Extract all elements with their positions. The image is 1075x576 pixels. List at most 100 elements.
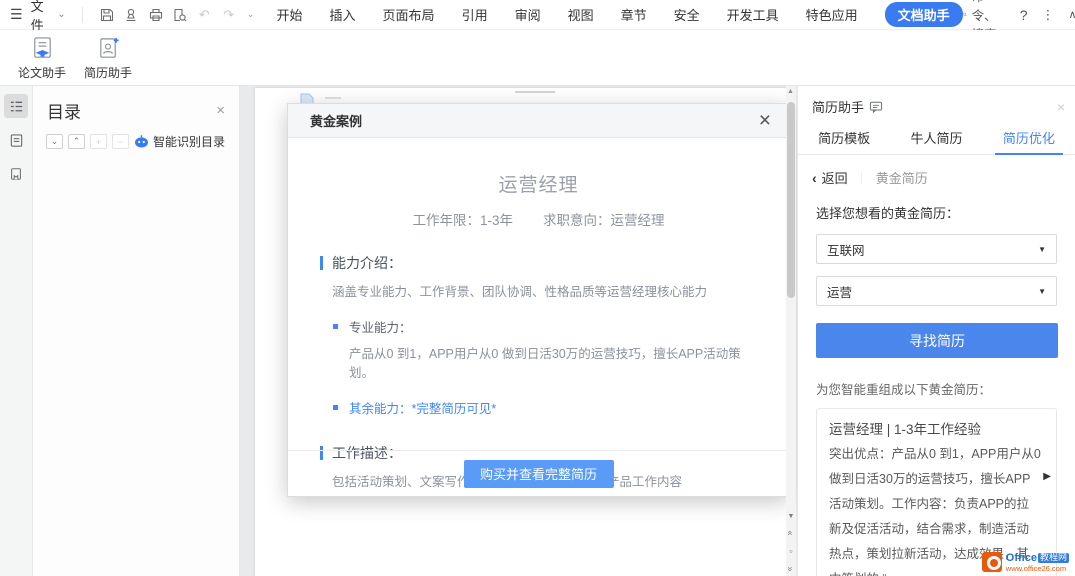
- toc-close-icon[interactable]: ×: [216, 102, 225, 119]
- redo-icon[interactable]: ↷: [221, 6, 237, 24]
- breadcrumb-separator: ｜: [856, 169, 868, 186]
- paper-assistant-button[interactable]: 论文助手: [14, 36, 70, 81]
- hamburger-icon[interactable]: ☰: [10, 6, 23, 23]
- card-expand-arrow-icon[interactable]: ▶: [1043, 471, 1051, 482]
- tab-dev-tools[interactable]: 开发工具: [727, 5, 779, 24]
- section-accent-bar: [320, 256, 323, 270]
- document-scrollbar[interactable]: ▲ ▼ « ▫ »: [786, 86, 796, 576]
- tab-security[interactable]: 安全: [674, 5, 700, 24]
- outline-dock-icon[interactable]: [4, 128, 28, 152]
- save-icon[interactable]: [98, 6, 114, 24]
- result-intro-label: 为您智能重组成以下黄金简历：: [816, 379, 1057, 398]
- dialog-title: 黄金案例: [310, 111, 362, 130]
- back-button[interactable]: 返回: [822, 168, 848, 187]
- tab-resume-templates[interactable]: 简历模板: [798, 125, 890, 154]
- left-dock: [0, 86, 33, 576]
- dialog-body: 运营经理 工作年限：1-3年求职意向：运营经理 能力介绍： 涵盖专业能力、工作背…: [288, 138, 789, 496]
- resume-meta-intention: 求职意向：运营经理: [543, 213, 665, 228]
- chevron-down-icon: ⌄: [57, 9, 65, 20]
- buy-view-full-resume-button[interactable]: 购买并查看完整简历: [464, 460, 614, 488]
- breadcrumb-current: 黄金简历: [876, 168, 928, 187]
- site-watermark: Office 教程网 www.office26.com: [982, 552, 1069, 573]
- find-resume-button[interactable]: 寻找简历: [816, 323, 1058, 358]
- dialog-titlebar[interactable]: 黄金案例 ×: [288, 104, 789, 138]
- undo-icon[interactable]: ↶: [196, 6, 212, 24]
- dropdown-caret-icon: ▼: [1038, 245, 1046, 254]
- resume-assistant-icon: [96, 36, 121, 61]
- scroll-up-icon[interactable]: ▲: [787, 88, 794, 95]
- golden-case-dialog: 黄金案例 × 运营经理 工作年限：1-3年求职意向：运营经理 能力介绍： 涵盖专…: [287, 103, 790, 497]
- export-icon[interactable]: [123, 6, 139, 24]
- divider: [82, 7, 83, 23]
- tab-insert[interactable]: 插入: [330, 5, 356, 24]
- section-ability-title: 能力介绍：: [320, 253, 789, 273]
- bullet-square-icon: [333, 324, 338, 329]
- smart-recognize-toc-button[interactable]: 智能识别目录: [134, 133, 225, 150]
- tab-page-layout[interactable]: 页面布局: [383, 5, 435, 24]
- assistant-panel-title: 简历助手: [812, 97, 864, 116]
- dropdown-caret-icon: ▼: [1038, 287, 1046, 296]
- tab-resume-optimize[interactable]: 简历优化: [983, 125, 1075, 154]
- bullet-professional-text: 产品从0 到1，APP用户从0 做到日活30万的运营技巧，擅长APP活动策划。: [349, 343, 757, 381]
- document-canvas: 黄金案例 × 运营经理 工作年限：1-3年求职意向：运营经理 能力介绍： 涵盖专…: [240, 86, 797, 576]
- industry-select-value: 互联网: [827, 240, 865, 259]
- watermark-url: www.office26.com: [1006, 565, 1069, 573]
- tab-start[interactable]: 开始: [277, 5, 303, 24]
- paper-assistant-label: 论文助手: [18, 64, 66, 81]
- tab-review[interactable]: 审阅: [515, 5, 541, 24]
- faded-text-line: [325, 97, 341, 99]
- industry-select[interactable]: 互联网 ▼: [816, 234, 1057, 264]
- chat-bubble-icon[interactable]: [869, 101, 883, 113]
- paper-assistant-icon: [30, 36, 55, 61]
- resume-assistant-panel: 简历助手 × 简历模板 牛人简历 简历优化 ‹ 返回 ｜ 黄金简历 选择您想看的…: [797, 86, 1075, 576]
- robot-icon: [134, 135, 149, 148]
- scroll-down-icon[interactable]: ▼: [788, 513, 795, 520]
- menu-tabs: 开始 插入 页面布局 引用 审阅 视图 章节 安全 开发工具 特色应用 文档助手: [277, 2, 963, 27]
- menu-bar: ☰ 文件 ⌄: [0, 0, 1075, 30]
- collapse-ribbon-icon[interactable]: ∧: [1068, 8, 1075, 21]
- smart-recognize-label: 智能识别目录: [153, 133, 225, 150]
- browse-object-icon[interactable]: ▫: [789, 546, 792, 556]
- file-menu-label: 文件: [31, 0, 54, 34]
- bullet-other-ability: 其余能力：*完整简历可见*: [333, 398, 789, 417]
- bullet-professional: 专业能力：: [333, 317, 789, 336]
- section-ability-desc: 涵盖专业能力、工作背景、团队协调、性格品质等运营经理核心能力: [332, 281, 757, 300]
- print-icon[interactable]: [147, 6, 163, 24]
- tab-special-apps[interactable]: 特色应用: [806, 5, 858, 24]
- file-menu[interactable]: 文件 ⌄: [31, 0, 66, 34]
- tab-references[interactable]: 引用: [462, 5, 488, 24]
- tab-view[interactable]: 视图: [568, 5, 594, 24]
- scrollbar-thumb[interactable]: [787, 102, 795, 298]
- more-options-icon[interactable]: ⋮: [1041, 7, 1054, 23]
- category-select[interactable]: 运营 ▼: [816, 276, 1057, 306]
- category-select-value: 运营: [827, 282, 852, 301]
- toc-promote-button[interactable]: +: [90, 134, 107, 149]
- bullet-square-icon: [333, 405, 338, 410]
- print-preview-icon[interactable]: [172, 6, 188, 24]
- tab-section[interactable]: 章节: [621, 5, 647, 24]
- tab-top-resumes[interactable]: 牛人简历: [890, 125, 982, 154]
- faded-text-line: [515, 91, 555, 93]
- dialog-close-icon[interactable]: ×: [759, 110, 771, 131]
- previous-page-icon[interactable]: «: [786, 530, 796, 535]
- dialog-footer: 购买并查看完整简历: [288, 450, 789, 496]
- toc-panel: 目录 × ⌄ ⌃ + − 智能识别目录: [33, 86, 240, 576]
- resume-assistant-button[interactable]: 简历助手: [80, 36, 136, 81]
- watermark-brand: Office: [1006, 552, 1037, 564]
- help-icon[interactable]: ?: [1020, 7, 1028, 23]
- toc-demote-button[interactable]: −: [112, 134, 129, 149]
- toc-collapse-button[interactable]: ⌃: [68, 134, 85, 149]
- toc-expand-button[interactable]: ⌄: [46, 134, 63, 149]
- toc-dock-icon[interactable]: [4, 94, 28, 118]
- back-chevron-icon[interactable]: ‹: [812, 170, 817, 186]
- breadcrumb: ‹ 返回 ｜ 黄金简历: [798, 155, 1075, 187]
- toc-panel-title: 目录: [47, 98, 81, 123]
- resume-job-title: 运营经理: [288, 170, 789, 197]
- toolbar-more-icon[interactable]: ⌄: [247, 9, 255, 20]
- assistant-tabs: 简历模板 牛人简历 简历优化: [798, 125, 1075, 155]
- tab-doc-assistant-active[interactable]: 文档助手: [885, 2, 963, 27]
- assistant-close-icon[interactable]: ×: [1057, 99, 1065, 115]
- resume-assistant-label: 简历助手: [84, 64, 132, 81]
- bookmark-dock-icon[interactable]: [4, 162, 28, 186]
- next-page-icon[interactable]: »: [786, 566, 796, 571]
